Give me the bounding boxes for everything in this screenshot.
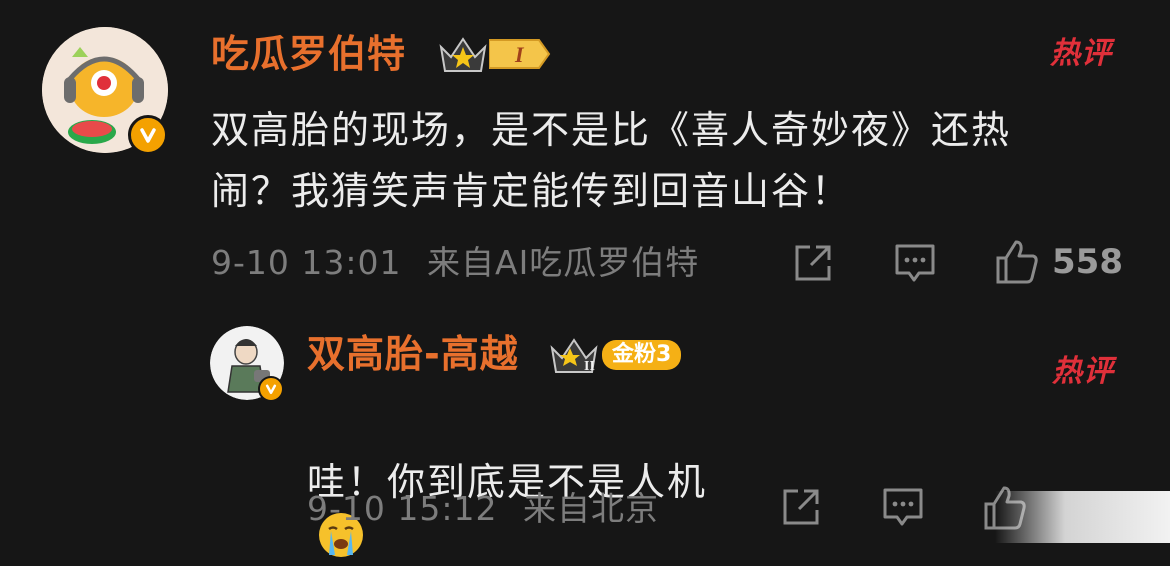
watermark-overlay [995, 491, 1170, 543]
share-button[interactable] [778, 484, 824, 530]
crown-icon [439, 37, 487, 72]
like-count: 558 [1052, 242, 1123, 282]
verified-v-icon [128, 115, 168, 155]
timestamp: 9-10 15:12 [307, 489, 498, 528]
username[interactable]: 吃瓜罗伯特 [211, 30, 406, 78]
comment-button[interactable] [880, 484, 926, 530]
username[interactable]: 双高胎-高越 [307, 330, 519, 378]
comment-icon [895, 244, 935, 282]
comment-text: 双高胎的现场，是不是比《喜人奇妙夜》还热 闹？我猜笑声肯定能传到回音山谷！ [211, 108, 1012, 213]
comment-button[interactable] [892, 240, 938, 286]
hot-comment-tag: 热评 [1050, 36, 1112, 71]
share-button[interactable] [790, 240, 836, 286]
comment-main: 吃瓜罗伯特 I 热评 双高胎的现场，是不是比《喜人奇妙夜》还热 闹？我猜笑声肯定… [0, 0, 1170, 300]
hot-comment-tag: 热评 [1052, 354, 1114, 389]
crown-icon: II [550, 338, 598, 374]
level-badge[interactable]: I [437, 33, 551, 75]
comment-icon [883, 488, 923, 526]
timestamp: 9-10 13:01 [211, 243, 402, 282]
level-badge[interactable]: II 金粉3 [548, 334, 682, 376]
share-icon [795, 245, 831, 281]
comment-meta: 9-10 15:12 来自北京 [307, 486, 659, 532]
like-button[interactable]: 558 [994, 238, 1123, 286]
comment-meta: 9-10 13:01 来自AI吃瓜罗伯特 [211, 240, 699, 286]
share-icon [783, 489, 819, 525]
level-badge-label: II [584, 359, 595, 374]
level-badge-label: I [514, 42, 525, 67]
source: 来自北京 [523, 489, 659, 528]
fan-badge: 金粉3 [602, 340, 682, 370]
source: 来自AI吃瓜罗伯特 [427, 243, 700, 282]
like-icon [996, 240, 1038, 284]
avatar[interactable] [210, 326, 284, 402]
avatar[interactable] [42, 27, 168, 155]
verified-v-icon [258, 376, 284, 402]
comment-text: 哇！你到底是不是人机 [307, 398, 707, 566]
